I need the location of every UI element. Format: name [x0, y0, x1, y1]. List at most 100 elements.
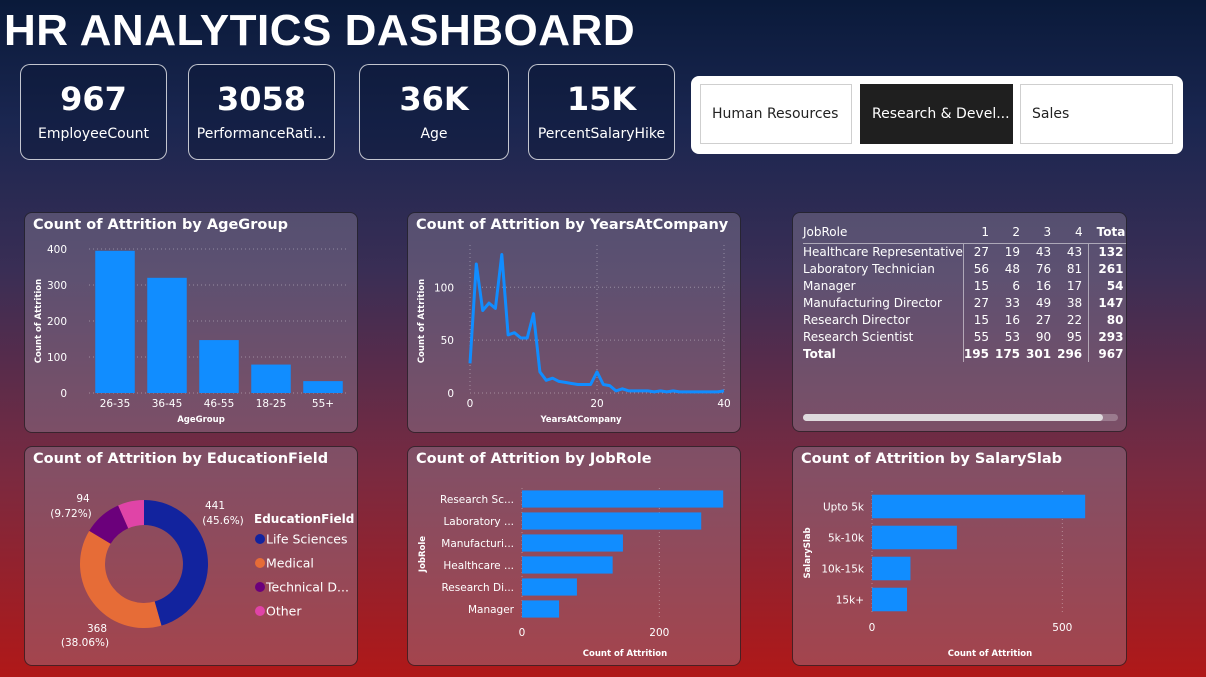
bar-manufacturi- [522, 534, 623, 552]
legend-label: Technical D... [265, 580, 349, 595]
slicer-option-research-development[interactable]: Research & Devel... [860, 84, 1013, 144]
kpi-card-employee-count[interactable]: 967 EmployeeCount [20, 64, 167, 160]
attrition-by-salaryslab-card[interactable]: 0 500 Upto 5k 5k-10k 10k-15k 15k+ Count of Att… [792, 446, 1127, 666]
x-axis-title: Count of Attrition [948, 649, 1032, 659]
y-tick-label: 15k+ [836, 595, 864, 607]
matrix-cell: 22 [1066, 312, 1083, 327]
x-axis-title: YearsAtCompany [539, 415, 622, 425]
bar-research-di- [522, 578, 577, 596]
kpi-value: 36K [399, 80, 469, 119]
salaryslab-bar-chart: 0 500 Upto 5k 5k-10k 10k-15k 15k+ Count of Att… [803, 491, 1086, 659]
matrix-row[interactable]: Research Scientist 55 53 90 95 293 [803, 328, 1126, 345]
x-tick-label: 18-25 [256, 398, 287, 410]
matrix-header-3[interactable]: 3 [1026, 221, 1057, 243]
matrix-header-jobrole[interactable]: JobRole [803, 221, 963, 243]
slicer-option-human-resources[interactable]: Human Resources [700, 84, 852, 144]
kpi-value: 3058 [216, 80, 307, 119]
data-label-value: 94 [76, 493, 90, 505]
attrition-series-line [468, 253, 725, 394]
matrix-cell: 16 [1035, 278, 1052, 293]
matrix-cell: 38 [1066, 295, 1083, 310]
matrix-row[interactable]: Manager 15 6 16 17 54 [803, 277, 1126, 294]
y-tick-label: Upto 5k [823, 502, 865, 514]
matrix-cell-total: 967 [1088, 345, 1126, 362]
bar-18-25 [251, 364, 291, 393]
y-tick-label: Manager [468, 604, 515, 616]
x-tick-label: 36-45 [152, 398, 183, 410]
matrix-header-total[interactable]: Total [1089, 221, 1126, 243]
matrix-row[interactable]: Laboratory Technician 56 48 76 81 261 [803, 260, 1126, 277]
attrition-by-jobrole-card[interactable]: 0 200 Research Sc... Laboratory ... Manufact… [407, 446, 741, 666]
matrix-cell-total: 80 [1088, 311, 1126, 328]
chart-title: Count of Attrition by EducationField [33, 451, 329, 467]
x-axis-title: Count of Attrition [583, 649, 667, 659]
kpi-card-percent-salary-hike[interactable]: 15K PercentSalaryHike [528, 64, 675, 160]
y-tick-label: 5k-10k [828, 533, 865, 545]
bar-laboratory- [522, 512, 702, 530]
scrollbar-thumb[interactable] [803, 414, 1103, 421]
attrition-by-agegroup-card[interactable]: 0 100 200 300 400 26-35 36-45 46-55 18-25 55+ AgeG… [24, 212, 358, 433]
matrix-cell: 15 [962, 277, 995, 294]
matrix-row[interactable]: Healthcare Representative 27 19 43 43 13… [803, 243, 1126, 260]
matrix-row[interactable]: Manufacturing Director 27 33 49 38 147 [803, 294, 1126, 311]
y-tick-label: Laboratory ... [443, 516, 514, 528]
matrix-cell: 43 [1066, 244, 1083, 259]
bar-26-35 [95, 250, 135, 393]
matrix-header-4[interactable]: 4 [1057, 221, 1089, 243]
bar-10k-15k [872, 556, 911, 581]
y-tick-label: Manufacturi... [441, 538, 514, 550]
y-axis-title: JobRole [418, 536, 428, 573]
matrix-cell: 55 [962, 328, 995, 345]
y-tick-label: 10k-15k [821, 564, 865, 576]
kpi-label: EmployeeCount [38, 125, 149, 142]
legend-label: Medical [266, 556, 314, 571]
department-slicer: Human Resources Research & Devel... Sale… [691, 76, 1183, 154]
matrix-cell: 49 [1035, 295, 1052, 310]
data-label-percent: (9.72%) [50, 508, 92, 520]
legend-label: Life Sciences [266, 532, 347, 547]
x-tick-label: 26-35 [100, 398, 131, 410]
matrix-cell: 301 [1026, 346, 1052, 361]
kpi-card-age[interactable]: 36K Age [359, 64, 509, 160]
chart-title: Count of Attrition by YearsAtCompany [416, 217, 729, 233]
matrix-cell: 48 [1004, 261, 1021, 276]
x-tick-label: 55+ [312, 398, 334, 410]
matrix-table: JobRole 1 2 3 4 Total Healthcare Represe… [803, 221, 1126, 362]
matrix-cell-total: 132 [1088, 243, 1126, 260]
matrix-cell: 16 [1004, 312, 1021, 327]
x-tick-label: 46-55 [204, 398, 235, 410]
matrix-cell-total: 261 [1088, 260, 1126, 277]
attrition-by-educationfield-card[interactable]: 441 (45.6%) 368 (38.06%) 94 (9.72%) EducationF… [24, 446, 358, 666]
bar-5k-10k [872, 525, 957, 550]
matrix-total-row[interactable]: Total 195 175 301 296 967 [803, 345, 1126, 362]
data-label-percent: (45.6%) [202, 515, 244, 527]
legend-label: Other [266, 604, 302, 619]
bar-15k- [872, 587, 908, 612]
x-axis-title: AgeGroup [177, 415, 225, 425]
kpi-value: 967 [60, 80, 127, 119]
y-axis-title: Count of Attrition [417, 279, 427, 363]
matrix-header-1[interactable]: 1 [963, 221, 995, 243]
attrition-by-years-card[interactable]: 0 50 100 0 20 40 YearsAtCompany Count of Attrit… [407, 212, 741, 433]
y-tick-label: 50 [441, 335, 454, 347]
matrix-cell-jobrole: Research Director [803, 312, 911, 327]
matrix-cell: 95 [1066, 329, 1083, 344]
jobrole-matrix-card[interactable]: JobRole 1 2 3 4 Total Healthcare Represe… [792, 212, 1127, 432]
jobrole-bar-chart: 0 200 Research Sc... Laboratory ... Manufact… [418, 488, 724, 659]
x-tick-label: 20 [590, 398, 603, 410]
kpi-value: 15K [566, 80, 637, 119]
matrix-cell: 76 [1035, 261, 1052, 276]
y-tick-label: 200 [47, 316, 67, 328]
matrix-row[interactable]: Research Director 15 16 27 22 80 [803, 311, 1126, 328]
matrix-header-2[interactable]: 2 [995, 221, 1026, 243]
matrix-total-label: Total [803, 346, 836, 361]
legend-marker [255, 582, 265, 592]
slicer-option-sales[interactable]: Sales [1020, 84, 1173, 144]
matrix-cell: 296 [1057, 346, 1083, 361]
bar-36-45 [147, 277, 187, 393]
matrix-cell: 33 [1004, 295, 1021, 310]
kpi-card-performance-rating[interactable]: 3058 PerformanceRati... [188, 64, 335, 160]
matrix-cell: 27 [962, 243, 995, 260]
matrix-horizontal-scrollbar[interactable] [803, 414, 1118, 421]
bar-research-sc- [522, 490, 724, 508]
